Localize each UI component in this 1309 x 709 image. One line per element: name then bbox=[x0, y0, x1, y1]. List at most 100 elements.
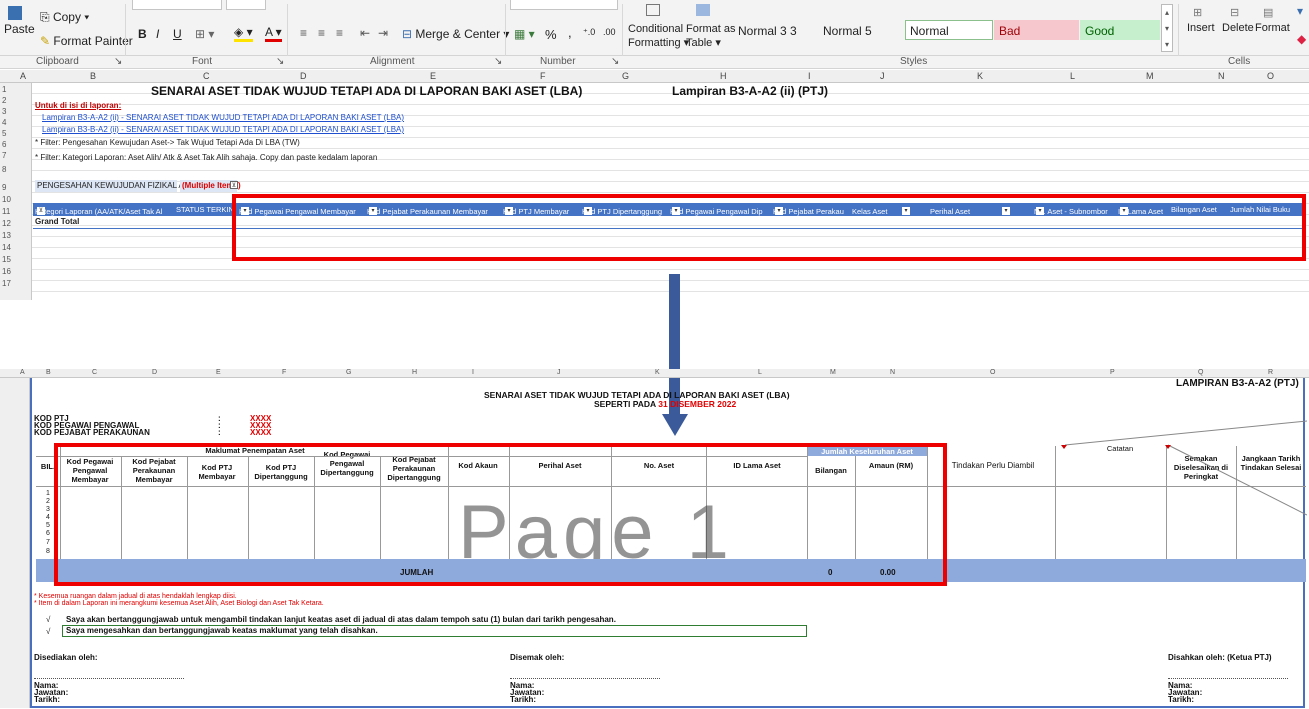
row-number[interactable]: 11 bbox=[2, 207, 10, 216]
eraser-icon[interactable]: ◆ bbox=[1297, 32, 1306, 46]
row-number[interactable]: 10 bbox=[2, 195, 11, 204]
column-header[interactable]: A bbox=[20, 369, 25, 376]
column-header[interactable]: J bbox=[880, 71, 885, 81]
row-number[interactable]: 2 bbox=[2, 96, 6, 105]
column-header[interactable]: E bbox=[430, 71, 436, 81]
accounting-format-icon[interactable]: ▦ ▾ bbox=[514, 27, 535, 41]
format-painter-button[interactable]: ✎ Format Painter bbox=[40, 34, 133, 48]
column-header[interactable]: I bbox=[808, 71, 811, 81]
style-normal[interactable]: Normal bbox=[905, 20, 993, 40]
copy-button[interactable]: ⎘ Copy ▾ bbox=[40, 10, 89, 25]
statement-2[interactable]: Saya mengesahkan dan bertanggungjawab ke… bbox=[62, 625, 807, 637]
align-center-icon[interactable]: ≡ bbox=[318, 26, 325, 40]
insert-icon: ⊞ bbox=[1193, 7, 1203, 19]
row-number[interactable]: 16 bbox=[2, 267, 11, 276]
borders-icon[interactable]: ⊞ ▾ bbox=[195, 27, 214, 41]
column-header[interactable]: O bbox=[990, 369, 995, 376]
column-header[interactable]: N bbox=[1218, 71, 1225, 81]
pivot-header[interactable]: STATUS TERKINI bbox=[176, 205, 236, 214]
decrease-indent-icon[interactable]: ⇤ bbox=[360, 26, 370, 40]
underline-button[interactable]: U bbox=[173, 27, 182, 41]
row-number[interactable]: 6 bbox=[2, 140, 6, 149]
column-header[interactable]: M bbox=[830, 369, 836, 376]
dialog-launcher-icon[interactable]: ↘ bbox=[276, 56, 284, 67]
column-header[interactable]: N bbox=[890, 369, 895, 376]
format-as-table-button[interactable]: Format as Table ▾ bbox=[686, 4, 736, 50]
row-number[interactable]: 7 bbox=[2, 151, 6, 160]
align-left-icon[interactable]: ≡ bbox=[300, 26, 307, 40]
lampiran-link-1[interactable]: Lampiran B3-A-A2 (ii) - SENARAI ASET TID… bbox=[42, 113, 404, 122]
column-header[interactable]: Q bbox=[1198, 369, 1203, 376]
pengesahan-filter-value[interactable]: (Multiple Items) bbox=[180, 180, 241, 192]
column-header[interactable]: M bbox=[1146, 71, 1154, 81]
row-number[interactable]: 8 bbox=[2, 165, 6, 174]
lampiran-link-2[interactable]: Lampiran B3-B-A2 (ii) - SENARAI ASET TID… bbox=[42, 125, 404, 134]
column-header[interactable]: F bbox=[282, 369, 286, 376]
delete-button[interactable]: ⊟ Delete bbox=[1222, 7, 1254, 34]
fill-color-icon[interactable]: ◈ ▾ bbox=[234, 25, 253, 42]
row-number[interactable]: 5 bbox=[2, 129, 6, 138]
row-number[interactable]: 3 bbox=[2, 107, 6, 116]
filter-note-2: * Filter: Kategori Laporan: Aset Alih/ A… bbox=[35, 153, 378, 162]
column-header[interactable]: R bbox=[1268, 369, 1273, 376]
column-header[interactable]: G bbox=[346, 369, 351, 376]
column-header[interactable]: F bbox=[540, 71, 546, 81]
delete-icon: ⊟ bbox=[1230, 7, 1240, 19]
comma-button[interactable]: , bbox=[568, 25, 572, 40]
dialog-launcher-icon[interactable]: ↘ bbox=[611, 56, 619, 67]
row-number[interactable]: 4 bbox=[2, 118, 6, 127]
bold-button[interactable]: B bbox=[138, 27, 147, 41]
conditional-formatting-icon bbox=[646, 4, 660, 16]
lampiran-label: Lampiran B3-A-A2 (ii) (PTJ) bbox=[672, 84, 829, 98]
italic-button[interactable]: I bbox=[156, 27, 159, 41]
insert-button[interactable]: ⊞ Insert bbox=[1187, 7, 1215, 34]
style-normal-3-3[interactable]: Normal 3 3 bbox=[733, 20, 821, 40]
column-header[interactable]: P bbox=[1110, 369, 1115, 376]
row-number[interactable]: 14 bbox=[2, 243, 11, 252]
row-number[interactable]: 12 bbox=[2, 219, 11, 228]
column-header[interactable]: K bbox=[655, 369, 660, 376]
row-number[interactable]: 1 bbox=[2, 85, 6, 94]
column-header[interactable]: D bbox=[152, 369, 157, 376]
increase-indent-icon[interactable]: ⇥ bbox=[378, 26, 388, 40]
filter-dropdown-icon[interactable]: ⊻ bbox=[230, 181, 238, 189]
format-button[interactable]: ▤ Format bbox=[1255, 7, 1290, 34]
column-header[interactable]: E bbox=[216, 369, 221, 376]
style-good[interactable]: Good bbox=[1080, 20, 1160, 40]
dialog-launcher-icon[interactable]: ↘ bbox=[494, 56, 502, 67]
dialog-launcher-icon[interactable]: ↘ bbox=[114, 56, 122, 67]
column-header[interactable]: B bbox=[46, 369, 51, 376]
style-normal-5[interactable]: Normal 5 bbox=[818, 20, 906, 40]
merge-center-button[interactable]: ⊟ Merge & Center ▾ bbox=[402, 27, 509, 41]
column-header[interactable]: I bbox=[472, 369, 474, 376]
column-header[interactable]: C bbox=[92, 369, 97, 376]
filter-dropdown-icon[interactable]: ⊻ bbox=[37, 207, 45, 215]
column-header[interactable]: G bbox=[622, 71, 629, 81]
style-bad[interactable]: Bad bbox=[994, 20, 1079, 40]
font-color-icon[interactable]: A ▾ bbox=[265, 25, 282, 42]
row-number[interactable]: 9 bbox=[2, 183, 6, 192]
column-header[interactable]: H bbox=[412, 369, 417, 376]
column-header[interactable]: H bbox=[720, 71, 727, 81]
increase-decimal-icon[interactable]: ⁺.0 bbox=[583, 27, 595, 38]
autosum-icon[interactable]: ▾ bbox=[1297, 4, 1303, 18]
decrease-decimal-icon[interactable]: .00 bbox=[603, 27, 616, 37]
column-header[interactable]: K bbox=[977, 71, 983, 81]
column-header[interactable]: J bbox=[557, 369, 561, 376]
conditional-formatting-button[interactable]: Conditional Formatting ▾ bbox=[628, 4, 689, 50]
column-header[interactable]: A bbox=[20, 71, 26, 81]
row-number[interactable]: 13 bbox=[2, 231, 11, 240]
column-header[interactable]: B bbox=[90, 71, 96, 81]
column-header[interactable]: L bbox=[758, 369, 762, 376]
align-right-icon[interactable]: ≡ bbox=[336, 26, 343, 40]
pivot-sheet[interactable]: A B C D E F G H I J K L M N O 1 2 3 4 5 … bbox=[0, 70, 1309, 300]
column-header[interactable]: O bbox=[1267, 71, 1274, 81]
row-number[interactable]: 17 bbox=[2, 279, 11, 288]
styles-scroll[interactable]: ▴ ▾ ▾ bbox=[1161, 4, 1173, 52]
column-header[interactable]: D bbox=[300, 71, 307, 81]
column-header[interactable]: C bbox=[203, 71, 210, 81]
paste-button[interactable]: Paste bbox=[4, 6, 35, 36]
percent-button[interactable]: % bbox=[545, 27, 557, 42]
row-number[interactable]: 15 bbox=[2, 255, 11, 264]
column-header[interactable]: L bbox=[1070, 71, 1075, 81]
